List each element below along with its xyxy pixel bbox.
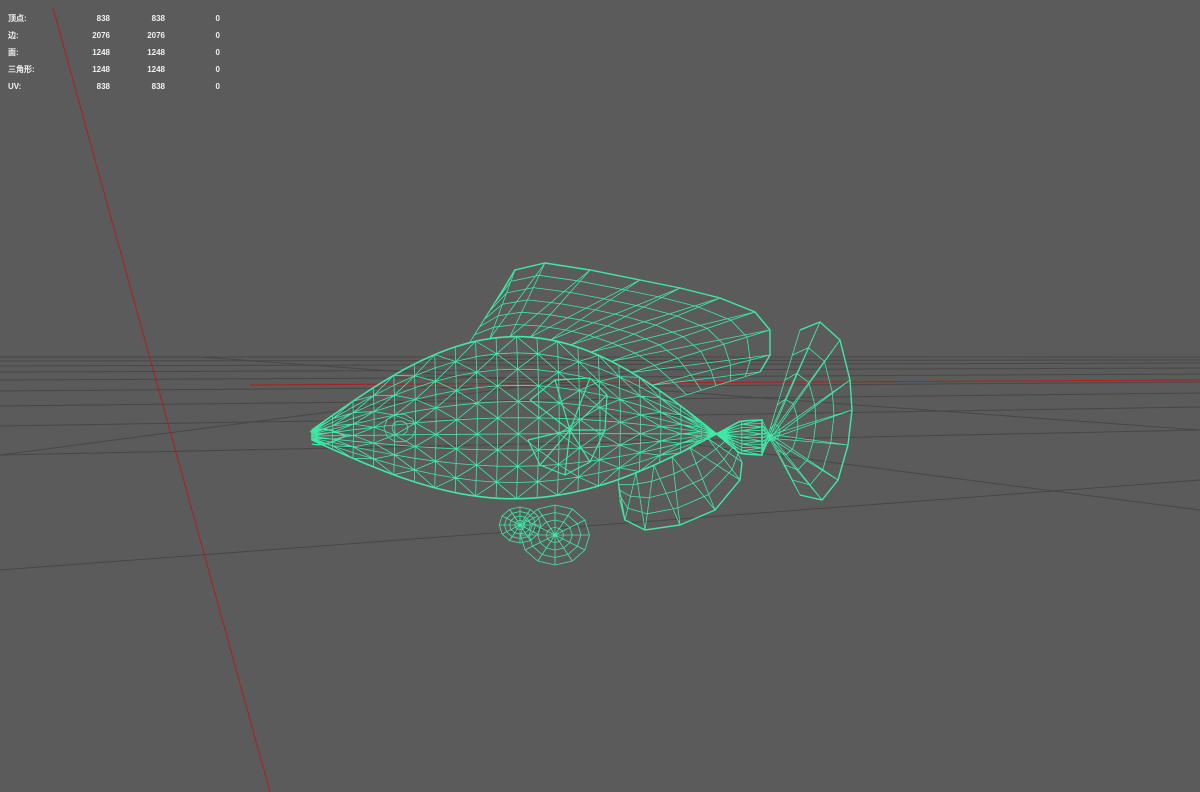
hud-value: 2076: [147, 31, 165, 40]
hud-value: 0: [215, 82, 220, 91]
hud-label: 边:: [8, 31, 19, 40]
hud-value: 1248: [147, 65, 165, 74]
hud-value: 0: [215, 31, 220, 40]
hud-value: 838: [151, 14, 165, 23]
hud-value: 1248: [92, 48, 110, 57]
hud-row-vertices: 顶点: 838 838 0: [8, 10, 220, 27]
hud-value: 1248: [92, 65, 110, 74]
hud-label: 三角形:: [8, 65, 35, 74]
hud-value: 838: [96, 14, 110, 23]
hud-value: 838: [151, 82, 165, 91]
hud-value: 0: [215, 14, 220, 23]
hud-row-uvs: UV: 838 838 0: [8, 78, 220, 95]
hud-value: 0: [215, 65, 220, 74]
poly-count-hud: 顶点: 838 838 0 边: 2076 2076 0 面: 1248 124…: [8, 10, 220, 95]
hud-value: 838: [96, 82, 110, 91]
hud-label: UV:: [8, 82, 22, 91]
hud-row-edges: 边: 2076 2076 0: [8, 27, 220, 44]
hud-row-faces: 面: 1248 1248 0: [8, 44, 220, 61]
hud-value: 1248: [147, 48, 165, 57]
hud-value: 0: [215, 48, 220, 57]
hud-row-triangles: 三角形: 1248 1248 0: [8, 61, 220, 78]
hud-label: 顶点:: [8, 14, 27, 23]
hud-label: 面:: [8, 48, 19, 57]
viewport-canvas[interactable]: [0, 0, 1200, 792]
hud-value: 2076: [92, 31, 110, 40]
